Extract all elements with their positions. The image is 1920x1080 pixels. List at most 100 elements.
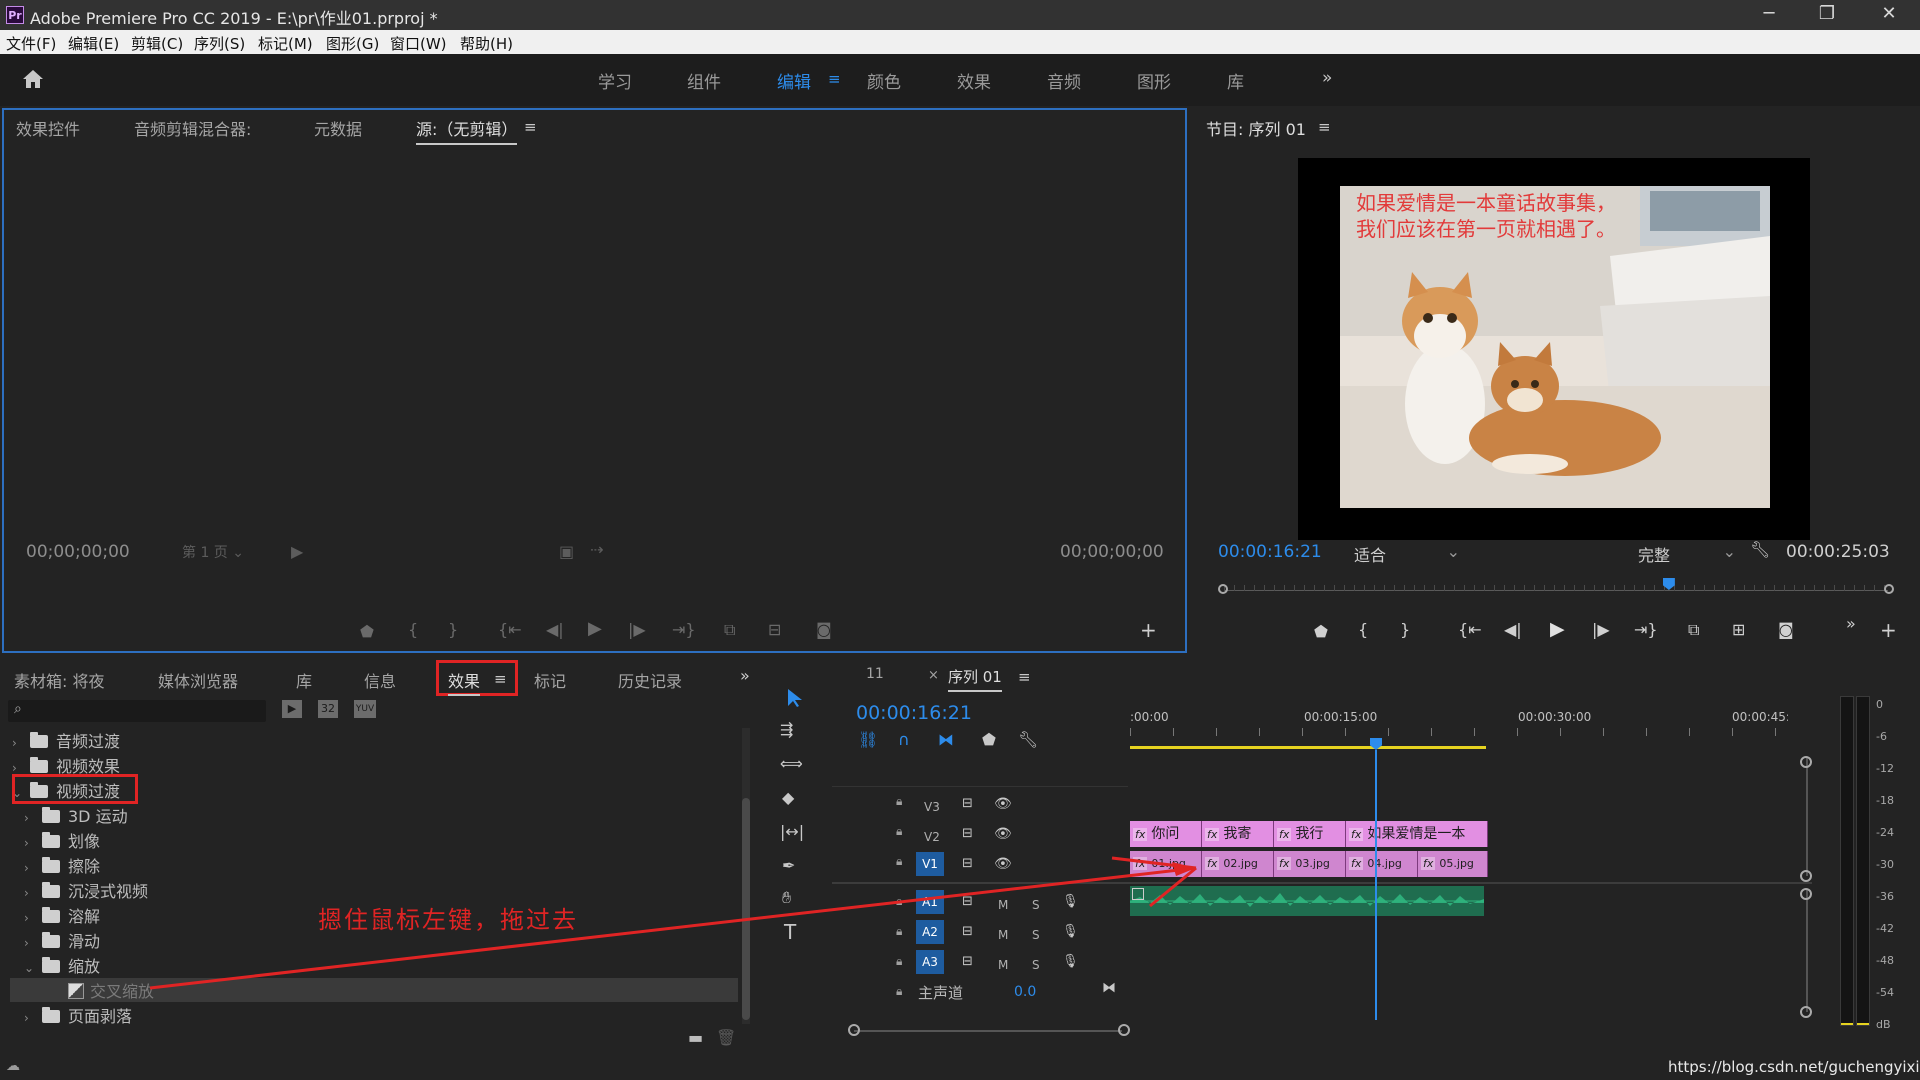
workspace-audio[interactable]: 音频	[1047, 68, 1081, 93]
a3-solo[interactable]: S	[1032, 958, 1040, 972]
effects-tree-item[interactable]: › 页面剥落	[24, 1003, 132, 1027]
safe-margins-icon[interactable]: ▣	[559, 542, 574, 561]
step-back-icon[interactable]: ◀|	[546, 620, 564, 639]
master-lock-icon[interactable]: 🔒︎	[896, 984, 902, 999]
selection-tool-icon[interactable]	[786, 688, 804, 708]
menu-clip[interactable]: 剪辑(C)	[131, 33, 183, 54]
timeline-ruler[interactable]: :00:00 00:00:15:00 00:00:30:00 00:00:45:…	[1130, 710, 1790, 740]
tab-markers[interactable]: 标记	[534, 668, 566, 692]
quality-dropdown[interactable]: 完整 ⌄	[1638, 542, 1736, 566]
a1-solo[interactable]: S	[1032, 898, 1040, 912]
workspace-assembly[interactable]: 组件	[687, 68, 721, 93]
button-editor-plus-icon[interactable]: +	[1140, 618, 1157, 642]
chevron-right-icon[interactable]: ›	[24, 811, 38, 825]
play-icon[interactable]: ▶	[588, 618, 602, 639]
tab-history[interactable]: 历史记录	[618, 668, 682, 692]
close-tab-icon[interactable]: ×	[928, 668, 939, 683]
program-current-timecode[interactable]: 00:00:16:21	[1218, 542, 1322, 562]
chevron-right-icon[interactable]: ›	[24, 936, 38, 950]
a2-solo[interactable]: S	[1032, 928, 1040, 942]
effects-tree-item[interactable]: › 音频过渡	[12, 728, 120, 752]
effects-tree-item[interactable]: › 划像	[24, 828, 100, 852]
home-icon[interactable]	[22, 68, 44, 90]
step-forward-icon[interactable]: |▶	[628, 620, 646, 639]
chevron-right-icon[interactable]: ›	[24, 861, 38, 875]
work-area-bar[interactable]	[1130, 746, 1486, 749]
new-bin-icon[interactable]: ▬	[688, 1028, 703, 1047]
timeline-hscroll-end[interactable]	[1118, 1024, 1130, 1036]
program-play-icon[interactable]: ▶	[1550, 618, 1565, 640]
program-step-forward-icon[interactable]: |▶	[1592, 620, 1610, 639]
32bit-icon[interactable]: 32	[318, 700, 338, 718]
yuv-icon[interactable]: YUV	[354, 700, 376, 718]
v2-text-clip[interactable]: fx 我行	[1274, 821, 1346, 847]
menu-help[interactable]: 帮助(H)	[460, 33, 513, 54]
restore-button[interactable]: ❐	[1798, 0, 1856, 30]
program-export-frame-icon[interactable]: ◙	[1778, 620, 1794, 639]
settings-wrench-icon[interactable]: 🔧︎	[1750, 540, 1770, 559]
effects-search[interactable]: ⌕	[8, 700, 266, 722]
effects-tree-item[interactable]: ⌄ 缩放	[24, 953, 100, 977]
scrubber-start-handle[interactable]	[1218, 584, 1228, 594]
program-lift-icon[interactable]: ⧉	[1688, 620, 1699, 640]
fit-dropdown[interactable]: 适合 ⌄	[1354, 542, 1460, 566]
v3-sync-icon[interactable]: ⊟	[962, 796, 973, 811]
a1-label[interactable]: A1	[916, 890, 944, 914]
a3-lock-icon[interactable]: 🔒︎	[896, 954, 902, 969]
a3-sync-icon[interactable]: ⊟	[962, 954, 973, 969]
mark-in-icon[interactable]: {	[408, 620, 418, 639]
master-go-to-end-icon[interactable]: ⧓	[1102, 980, 1116, 996]
program-mark-out-icon[interactable]: }	[1400, 620, 1410, 639]
nest-toggle-icon[interactable]: ⛓︎	[858, 730, 878, 749]
v1-lock-icon[interactable]: 🔒︎	[896, 854, 902, 869]
a2-lock-icon[interactable]: 🔒︎	[896, 924, 902, 939]
v1-label[interactable]: V1	[916, 852, 944, 876]
a1-mute[interactable]: M	[998, 898, 1008, 912]
v2-text-clip[interactable]: fx 如果爱情是一本	[1346, 821, 1488, 847]
tab-effect-controls[interactable]: 效果控件	[16, 116, 80, 140]
menu-edit[interactable]: 编辑(E)	[68, 33, 119, 54]
program-button-editor-plus-icon[interactable]: +	[1880, 618, 1897, 642]
track-select-tool-icon[interactable]: ⇶	[780, 720, 793, 739]
page-next-icon[interactable]: ▶	[291, 542, 303, 561]
audio-vscroll-top[interactable]	[1800, 888, 1812, 900]
timeline-hscroll[interactable]	[854, 1030, 1122, 1032]
workspace-menu-icon[interactable]: ≡	[828, 70, 841, 88]
v2-sync-icon[interactable]: ⊟	[962, 826, 973, 841]
tab-audio-clip-mixer[interactable]: 音频剪辑混合器:	[134, 116, 251, 140]
v1-image-clip[interactable]: fx 04.jpg	[1346, 851, 1418, 877]
program-panel-menu-icon[interactable]: ≡	[1318, 118, 1331, 136]
chevron-right-icon[interactable]: ›	[12, 736, 26, 750]
menu-graphics[interactable]: 图形(G)	[326, 33, 379, 54]
chevron-down-icon[interactable]: ⌄	[24, 961, 38, 975]
tab-info[interactable]: 信息	[364, 668, 396, 692]
go-to-out-icon[interactable]: ⇥}	[672, 620, 696, 639]
v2-eye-icon[interactable]: 👁︎	[994, 826, 1012, 842]
tab-effects[interactable]: 效果	[448, 668, 481, 696]
tab-metadata[interactable]: 元数据	[314, 116, 362, 140]
menu-marker[interactable]: 标记(M)	[258, 33, 313, 54]
workspace-overflow-icon[interactable]: »	[1322, 68, 1332, 88]
workspace-learn[interactable]: 学习	[598, 68, 632, 93]
page-select[interactable]: 第 1 页 ⌄	[182, 542, 244, 562]
mark-out-icon[interactable]: }	[448, 620, 458, 639]
video-vscroll[interactable]	[1806, 758, 1808, 876]
v1-image-clip[interactable]: fx 05.jpg	[1418, 851, 1488, 877]
hand-tool-icon[interactable]: ✋︎	[782, 888, 791, 908]
chevron-right-icon[interactable]: ›	[24, 911, 38, 925]
export-frame-icon[interactable]: ◙	[816, 620, 832, 639]
scrubber-end-handle[interactable]	[1884, 584, 1894, 594]
effects-tree-item[interactable]: 交叉缩放	[10, 978, 738, 1002]
project-overflow-icon[interactable]: »	[740, 666, 750, 685]
pen-tool-icon[interactable]: ✒︎	[782, 856, 795, 875]
program-extract-icon[interactable]: ⊞	[1732, 620, 1745, 639]
timeline-add-marker-icon[interactable]: ⬟	[982, 730, 996, 749]
effects-tree-item[interactable]: › 3D 运动	[24, 803, 128, 827]
v2-label[interactable]: V2	[924, 830, 940, 844]
v3-lock-icon[interactable]: 🔒︎	[896, 794, 902, 809]
effects-tree-item[interactable]: › 滑动	[24, 928, 100, 952]
workspace-effects[interactable]: 效果	[957, 68, 991, 93]
workspace-libraries[interactable]: 库	[1227, 68, 1244, 93]
effects-scrollbar-thumb[interactable]	[742, 798, 750, 1020]
menu-file[interactable]: 文件(F)	[6, 33, 56, 54]
